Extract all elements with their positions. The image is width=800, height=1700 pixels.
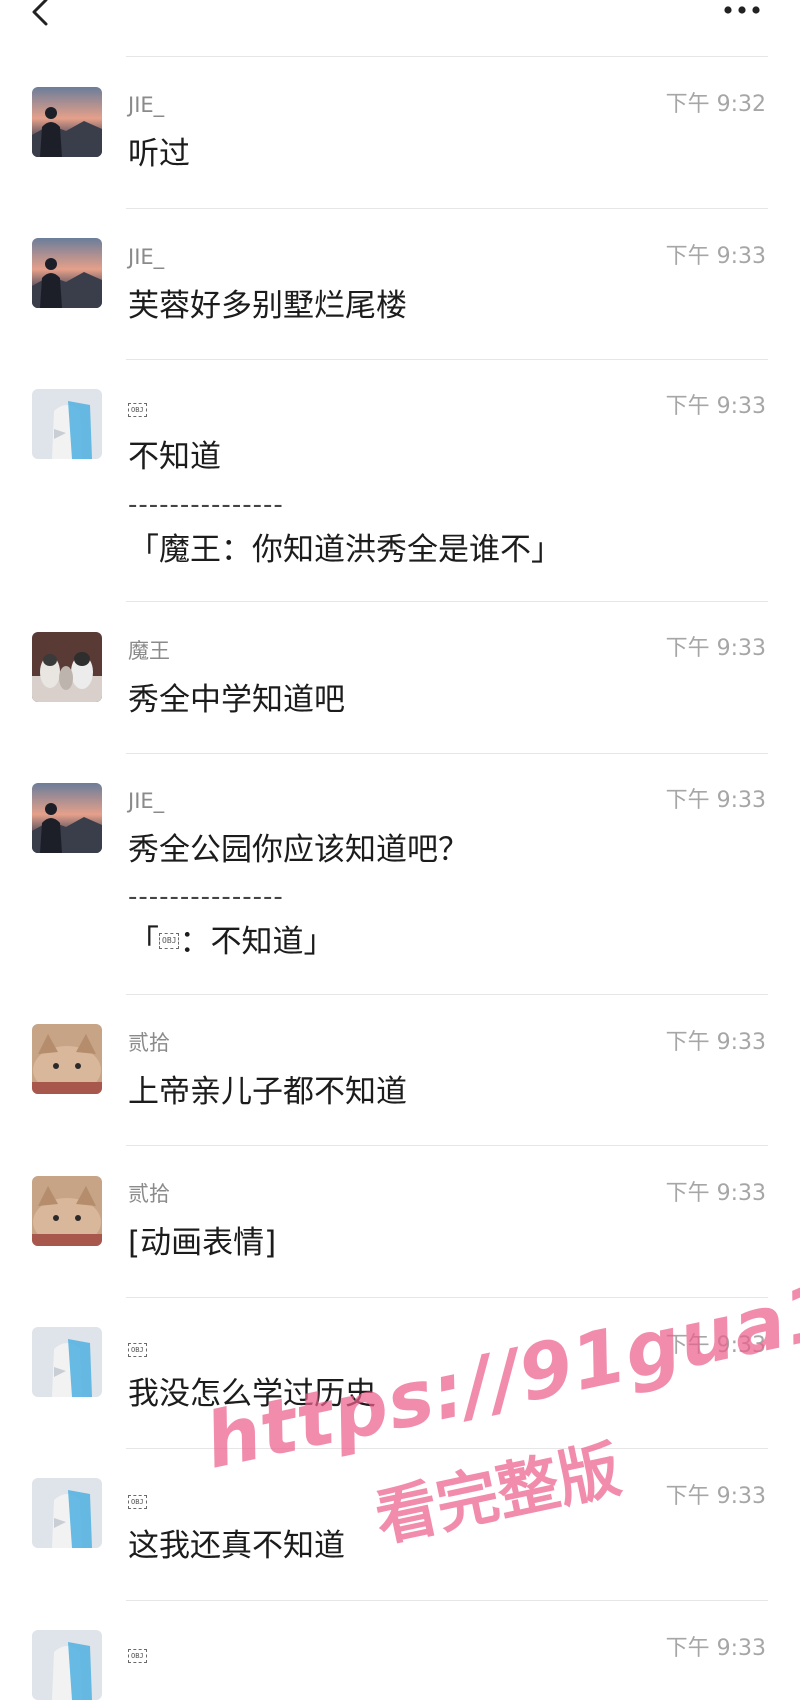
quote-divider: --------------- <box>128 882 284 912</box>
sender-name: 贰拾 <box>128 1182 170 1206</box>
avatar-image-cat <box>32 1024 102 1094</box>
message-text: 这我还真不知道 <box>128 1528 345 1564</box>
sender-name: OBJ <box>128 1642 147 1668</box>
avatar-image-person <box>32 1630 102 1700</box>
avatar-image-person <box>32 389 102 459</box>
avatar[interactable] <box>32 238 102 308</box>
obj-placeholder-icon: OBJ <box>128 1343 147 1357</box>
watermark-caption: 看完整版 <box>368 1432 627 1556</box>
ellipsis-icon <box>724 6 760 14</box>
divider <box>126 601 768 602</box>
divider <box>126 1448 768 1449</box>
message-text: 秀全中学知道吧 <box>128 682 345 718</box>
message-text: 上帝亲儿子都不知道 <box>128 1074 407 1110</box>
divider <box>126 1600 768 1601</box>
avatar-image-person <box>32 1327 102 1397</box>
avatar-image-sunset <box>32 238 102 308</box>
divider <box>126 753 768 754</box>
sender-name: 魔王 <box>128 639 170 663</box>
divider <box>126 56 768 57</box>
quoted-text: 「OBJ：不知道」 <box>128 924 335 960</box>
avatar[interactable] <box>32 1024 102 1094</box>
chat-header <box>0 0 800 56</box>
avatar[interactable] <box>32 1176 102 1246</box>
message-time: 下午 9:33 <box>665 1636 766 1661</box>
sender-name: JIE_ <box>128 93 165 117</box>
message-time: 下午 9:32 <box>665 92 766 117</box>
sender-name: OBJ <box>128 1336 147 1362</box>
message-time: 下午 9:33 <box>665 244 766 269</box>
message-time: 下午 9:33 <box>665 1181 766 1206</box>
more-button[interactable] <box>712 0 772 28</box>
watermark: https://91gua13.com 看完整版 <box>185 1210 800 1663</box>
quote-divider: --------------- <box>128 490 284 520</box>
message-time: 下午 9:33 <box>665 636 766 661</box>
avatar-image-dogs <box>32 632 102 702</box>
message-text: 秀全公园你应该知道吧？ <box>128 832 469 868</box>
avatar[interactable] <box>32 1630 102 1700</box>
avatar[interactable] <box>32 87 102 157</box>
message-text: 不知道 <box>128 439 221 475</box>
back-button[interactable] <box>22 0 62 34</box>
obj-placeholder-icon: OBJ <box>128 403 147 417</box>
message-time: 下午 9:33 <box>665 394 766 419</box>
message-time: 下午 9:33 <box>665 788 766 813</box>
message-time: 下午 9:33 <box>665 1333 766 1358</box>
avatar[interactable] <box>32 783 102 853</box>
obj-placeholder-icon: OBJ <box>128 1649 147 1663</box>
sender-name: JIE_ <box>128 789 165 813</box>
avatar-image-person <box>32 1478 102 1548</box>
chevron-left-icon <box>32 0 48 26</box>
sender-name: JIE_ <box>128 245 165 269</box>
message-text: [动画表情] <box>128 1225 277 1261</box>
avatar-image-cat <box>32 1176 102 1246</box>
sender-name: OBJ <box>128 396 147 422</box>
divider <box>126 208 768 209</box>
divider <box>126 1297 768 1298</box>
divider <box>126 359 768 360</box>
avatar-image-sunset <box>32 783 102 853</box>
obj-placeholder-icon: OBJ <box>128 1495 147 1509</box>
avatar[interactable] <box>32 632 102 702</box>
divider <box>126 994 768 995</box>
message-text: 芙蓉好多别墅烂尾楼 <box>128 288 407 324</box>
obj-placeholder-icon: OBJ <box>159 932 180 949</box>
message-time: 下午 9:33 <box>665 1484 766 1509</box>
sender-name: OBJ <box>128 1488 147 1514</box>
message-time: 下午 9:33 <box>665 1030 766 1055</box>
sender-name: 贰拾 <box>128 1031 170 1055</box>
divider <box>126 1145 768 1146</box>
avatar[interactable] <box>32 1327 102 1397</box>
message-text: 我没怎么学过历史 <box>128 1376 376 1412</box>
quoted-text: 「魔王：你知道洪秀全是谁不」 <box>128 532 562 568</box>
avatar-image-sunset <box>32 87 102 157</box>
message-text: 听过 <box>128 136 190 172</box>
avatar[interactable] <box>32 389 102 459</box>
avatar[interactable] <box>32 1478 102 1548</box>
